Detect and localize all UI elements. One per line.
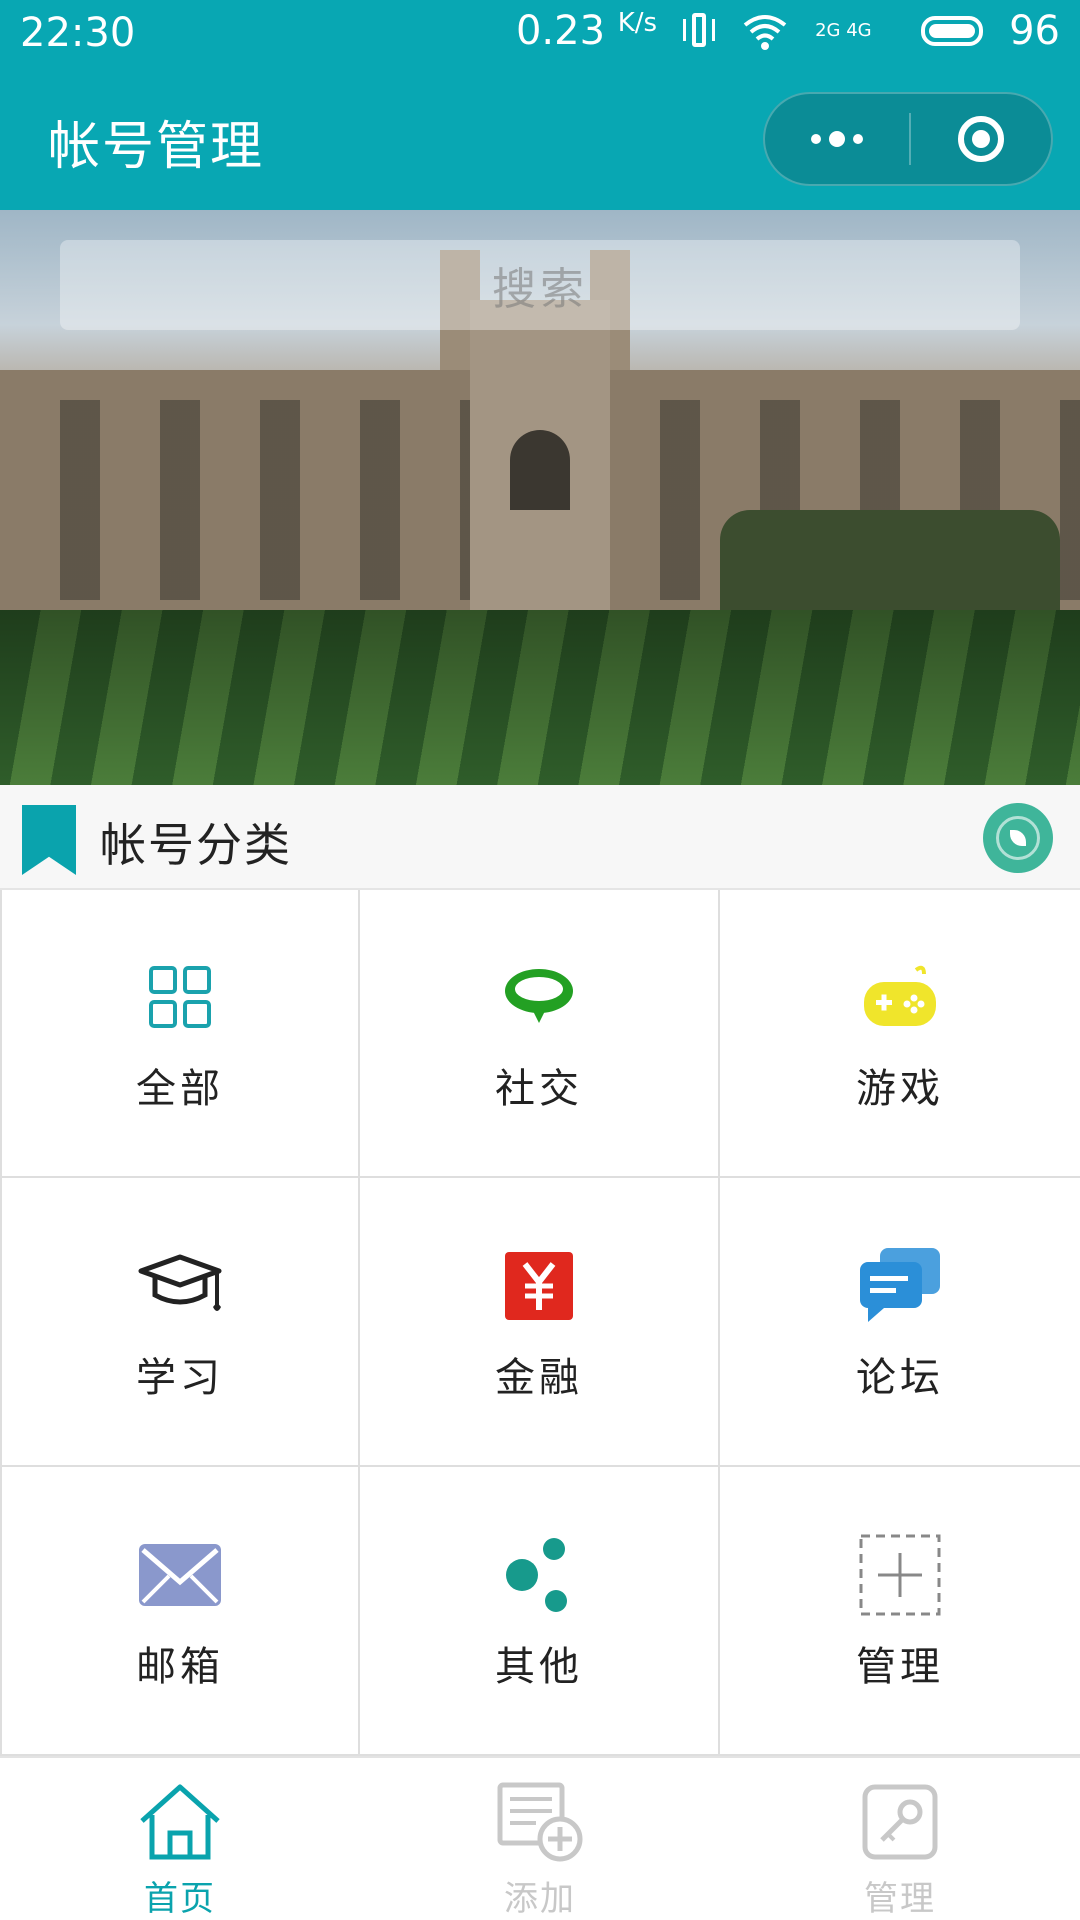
- category-label: 其他: [495, 1643, 583, 1690]
- signal-icon: 2G 4G: [815, 20, 872, 41]
- gamepad-icon: [855, 952, 945, 1042]
- category-all[interactable]: 全部: [0, 890, 360, 1178]
- target-close-icon[interactable]: [911, 94, 1051, 184]
- tab-bar: 首页 添加 管理: [0, 1756, 1080, 1920]
- more-dots-icon[interactable]: [765, 94, 909, 184]
- category-social[interactable]: 社交: [360, 890, 720, 1178]
- vibrate-icon: [683, 11, 716, 51]
- banner-image: 搜索: [0, 210, 1080, 785]
- category-study[interactable]: 学习: [0, 1178, 360, 1467]
- category-label: 论坛: [856, 1354, 944, 1401]
- section-header: 帐号分类: [0, 785, 1080, 890]
- category-label: 社交: [495, 1066, 583, 1112]
- category-game[interactable]: 游戏: [720, 890, 1080, 1178]
- mail-icon: [135, 1530, 225, 1620]
- grid-icon: [135, 952, 225, 1042]
- battery-level: 96: [1009, 8, 1060, 54]
- category-label: 游戏: [856, 1066, 944, 1112]
- category-mail[interactable]: 邮箱: [0, 1467, 360, 1756]
- yuan-icon: [494, 1241, 584, 1331]
- lawn: [0, 610, 1080, 785]
- category-label: 全部: [136, 1066, 224, 1112]
- category-other[interactable]: 其他: [360, 1467, 720, 1756]
- category-grid: 全部 社交 游戏 学习 金融 论坛 邮箱 其他 管理: [0, 890, 1080, 1756]
- search-input[interactable]: 搜索: [60, 240, 1020, 330]
- battery-icon: [921, 16, 984, 46]
- tab-label: 管理: [864, 1879, 936, 1919]
- mini-program-capsule: [763, 92, 1053, 186]
- search-placeholder: 搜索: [492, 264, 588, 315]
- tab-home[interactable]: 首页: [0, 1758, 360, 1920]
- add-dashed-icon: [855, 1530, 945, 1620]
- status-time: 22:30: [20, 10, 136, 56]
- category-label: 管理: [856, 1643, 944, 1690]
- add-note-icon: [495, 1778, 585, 1865]
- leaf-refresh-icon[interactable]: [983, 803, 1053, 873]
- home-icon: [135, 1778, 225, 1865]
- wifi-icon: [743, 15, 787, 50]
- category-label: 学习: [136, 1354, 224, 1401]
- forum-chat-icon: [855, 1241, 945, 1331]
- chat-bubble-icon: [494, 952, 584, 1042]
- navigation-bar: 帐号管理: [0, 70, 1080, 210]
- building-gate: [470, 300, 610, 620]
- category-manage[interactable]: 管理: [720, 1467, 1080, 1756]
- page-title: 帐号管理: [48, 117, 265, 177]
- network-speed-value: 0.23: [515, 8, 606, 54]
- category-label: 金融: [495, 1354, 583, 1401]
- network-speed: 0.23 K/s: [516, 8, 657, 54]
- tab-add[interactable]: 添加: [360, 1758, 720, 1920]
- share-dots-icon: [494, 1530, 584, 1620]
- bookmark-icon: [22, 805, 76, 875]
- category-finance[interactable]: 金融: [360, 1178, 720, 1467]
- hedge: [720, 510, 1060, 620]
- category-label: 邮箱: [136, 1643, 224, 1690]
- network-speed-unit: K/s: [617, 8, 658, 38]
- graduation-cap-icon: [135, 1241, 225, 1331]
- key-icon: [855, 1778, 945, 1865]
- section-title: 帐号分类: [100, 818, 292, 872]
- tab-manage[interactable]: 管理: [720, 1758, 1080, 1920]
- category-forum[interactable]: 论坛: [720, 1178, 1080, 1467]
- tab-label: 首页: [144, 1879, 216, 1919]
- status-bar: 22:30 0.23 K/s 2G 4G 96: [0, 0, 1080, 70]
- tab-label: 添加: [504, 1879, 576, 1919]
